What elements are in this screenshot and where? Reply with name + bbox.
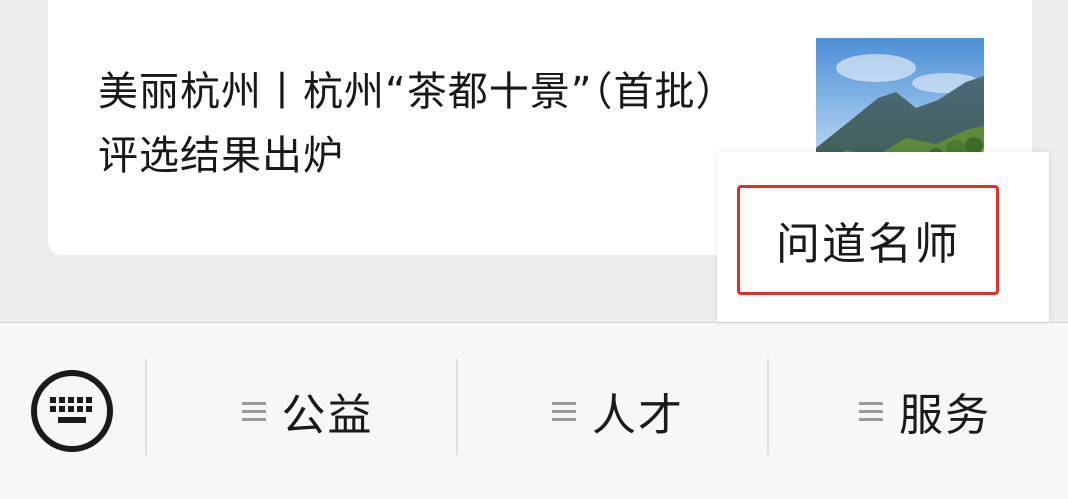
menu-lines-icon [241, 400, 266, 422]
menu-divider [456, 359, 458, 455]
bottom-menu-bar: 公益 人才 服务 [0, 322, 1068, 499]
keyboard-toggle-button[interactable] [28, 367, 116, 455]
menu-item-label: 服务 [899, 390, 991, 441]
submenu-popup: 问道名师 [717, 152, 1049, 322]
menu-item-rencai[interactable]: 人才 [470, 367, 766, 455]
menu-item-label: 人才 [592, 390, 684, 441]
menu-lines-icon [859, 400, 883, 422]
menu-divider [145, 359, 147, 455]
menu-item-fuwu[interactable]: 服务 [782, 367, 1068, 455]
submenu-item-wendao-mingshi[interactable]: 问道名师 [737, 185, 999, 295]
menu-divider [767, 359, 769, 455]
menu-item-gongyi[interactable]: 公益 [160, 367, 455, 455]
keyboard-icon [31, 370, 113, 452]
menu-lines-icon [552, 400, 576, 422]
article-title[interactable]: 美丽杭州丨杭州“茶都十景”（首批）评选结果出炉 [98, 60, 748, 188]
menu-item-label: 公益 [281, 390, 374, 441]
